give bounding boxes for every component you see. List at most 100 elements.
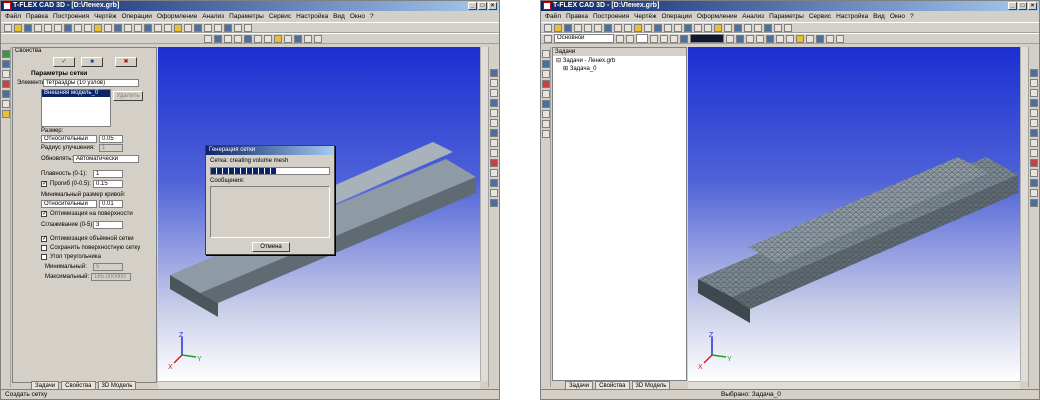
camera-icon[interactable] — [806, 34, 814, 43]
min-curve-mode-select[interactable]: Относительный — [41, 200, 97, 208]
shell-icon[interactable] — [714, 23, 722, 32]
shading-icon[interactable] — [766, 34, 774, 43]
layer-manager-icon[interactable] — [544, 34, 552, 43]
viewport-vscroll[interactable] — [480, 47, 488, 381]
menu-construct[interactable]: Построения — [593, 11, 629, 22]
rotate-icon[interactable] — [664, 23, 672, 32]
elements-select[interactable]: тетраэдры (10 узлов) — [43, 79, 139, 87]
viewport-hscroll[interactable] — [688, 381, 1020, 389]
group-icon[interactable] — [541, 120, 550, 128]
filter-icon[interactable] — [541, 70, 550, 78]
wireframe-icon[interactable] — [254, 34, 262, 43]
view-iso-icon[interactable] — [234, 34, 242, 43]
menu-help[interactable]: ? — [910, 11, 914, 22]
size-input[interactable]: 0.05 — [99, 135, 123, 143]
menu-view[interactable]: Вид — [873, 11, 885, 22]
opt-surface-checkbox[interactable]: ✓ — [41, 211, 47, 217]
menu-service[interactable]: Сервис — [269, 11, 291, 22]
menu-annotation[interactable]: Оформление — [697, 11, 737, 22]
cancel-button[interactable]: ✖ — [115, 57, 137, 67]
view-iso-icon[interactable] — [756, 34, 764, 43]
update-select[interactable]: Автоматически — [73, 155, 139, 163]
view-top-icon[interactable] — [214, 34, 222, 43]
dimension-icon[interactable] — [94, 23, 102, 32]
regenerate-icon[interactable] — [1030, 139, 1038, 147]
refine-input[interactable]: 1 — [99, 144, 123, 152]
chamfer-icon[interactable] — [704, 23, 712, 32]
chamfer-icon[interactable] — [164, 23, 172, 32]
copy-icon[interactable] — [541, 130, 550, 138]
maximize-button[interactable]: □ — [1018, 2, 1027, 10]
menu-parameters[interactable]: Параметры — [769, 11, 804, 22]
menu-parameters[interactable]: Параметры — [229, 11, 264, 22]
fit-icon[interactable] — [314, 34, 322, 43]
menu-operations[interactable]: Операции — [661, 11, 691, 22]
menu-window[interactable]: Окно — [350, 11, 365, 22]
min-curve-input[interactable]: 0.01 — [99, 200, 123, 208]
undo-icon[interactable] — [584, 23, 592, 32]
pattern-icon[interactable] — [184, 23, 192, 32]
extrude-icon[interactable] — [114, 23, 122, 32]
view-front-icon[interactable] — [204, 34, 212, 43]
model-tree-icon[interactable] — [1030, 199, 1038, 207]
redo-icon[interactable] — [594, 23, 602, 32]
shell-icon[interactable] — [174, 23, 182, 32]
close-button[interactable]: × — [488, 2, 497, 10]
pattern-icon[interactable] — [724, 23, 732, 32]
new-icon[interactable] — [544, 23, 552, 32]
sections-icon[interactable] — [304, 34, 312, 43]
layer-icon[interactable] — [774, 23, 782, 32]
options-icon[interactable] — [1, 100, 10, 108]
lcs-icon[interactable] — [1030, 179, 1038, 187]
save-icon[interactable] — [564, 23, 572, 32]
color-select[interactable] — [690, 34, 724, 43]
arc-icon[interactable] — [624, 23, 632, 32]
section-icon[interactable] — [204, 23, 212, 32]
menu-file[interactable]: Файл — [545, 11, 561, 22]
render-icon[interactable] — [764, 23, 772, 32]
select-icon[interactable] — [541, 50, 550, 58]
triangle-angle-checkbox[interactable] — [41, 254, 47, 260]
view-front-icon[interactable] — [726, 34, 734, 43]
snap-point-icon[interactable] — [670, 34, 678, 43]
menu-settings[interactable]: Настройка — [296, 11, 328, 22]
ok-icon[interactable] — [1, 50, 10, 58]
hidden-lines-icon[interactable] — [786, 34, 794, 43]
zoom-out-icon[interactable] — [490, 79, 498, 87]
close-button[interactable]: × — [1028, 2, 1037, 10]
sections-icon[interactable] — [826, 34, 834, 43]
shade-icon[interactable] — [1030, 149, 1038, 157]
filter-icon[interactable] — [1, 90, 10, 98]
view-side-icon[interactable] — [224, 34, 232, 43]
text-icon[interactable] — [644, 23, 652, 32]
circle-icon[interactable] — [74, 23, 82, 32]
color-icon[interactable] — [680, 34, 688, 43]
menu-construct[interactable]: Построения — [53, 11, 89, 22]
model-tree-icon[interactable] — [490, 199, 498, 207]
grid-icon[interactable] — [1030, 169, 1038, 177]
rotate-icon[interactable] — [124, 23, 132, 32]
menu-settings[interactable]: Настройка — [836, 11, 868, 22]
preview-button[interactable]: ■ — [81, 57, 103, 67]
camera-icon[interactable] — [284, 34, 292, 43]
loft-icon[interactable] — [674, 23, 682, 32]
menu-drawing[interactable]: Чертёж — [634, 11, 656, 22]
pick-icon[interactable] — [541, 60, 550, 68]
redo-icon[interactable] — [54, 23, 62, 32]
fit-icon[interactable] — [836, 34, 844, 43]
pick-icon[interactable] — [1, 70, 10, 78]
circle-icon[interactable] — [614, 23, 622, 32]
zoom-all-icon[interactable] — [490, 119, 498, 127]
maximize-button[interactable]: □ — [478, 2, 487, 10]
fillet-icon[interactable] — [694, 23, 702, 32]
zoom-in-icon[interactable] — [490, 69, 498, 77]
save-icon[interactable] — [24, 23, 32, 32]
light-icon[interactable] — [796, 34, 804, 43]
hidden-lines-icon[interactable] — [264, 34, 272, 43]
open-icon[interactable] — [554, 23, 562, 32]
boolean-icon[interactable] — [684, 23, 692, 32]
open-icon[interactable] — [14, 23, 22, 32]
zoom-window-icon[interactable] — [490, 89, 498, 97]
zoom-window-icon[interactable] — [1030, 89, 1038, 97]
zoom-all-icon[interactable] — [1030, 119, 1038, 127]
